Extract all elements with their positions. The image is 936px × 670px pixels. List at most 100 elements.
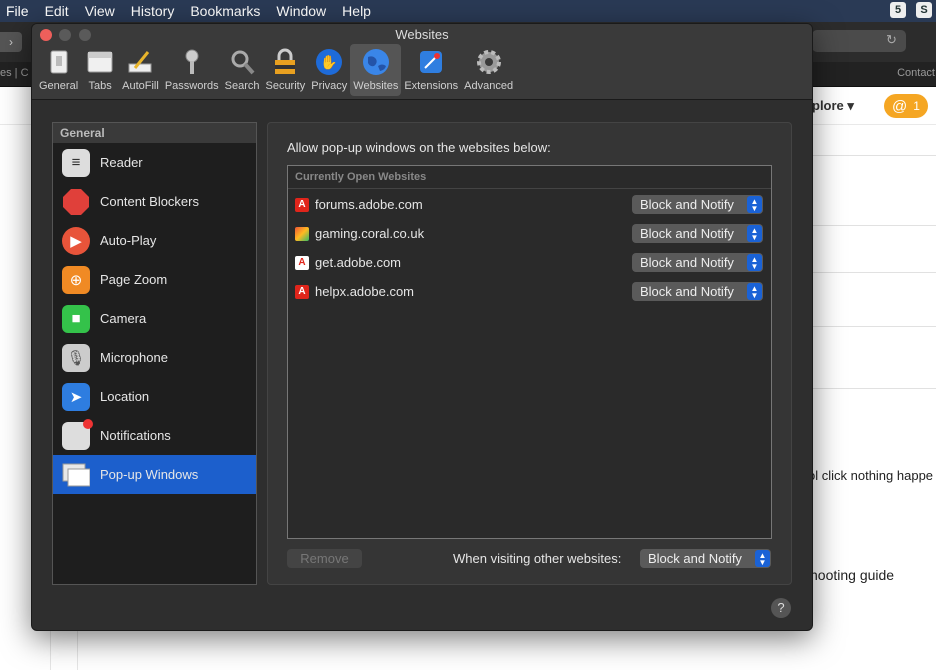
tab-label: Websites bbox=[353, 80, 399, 92]
site-setting-select[interactable]: Block and Notify ▲ ▼ bbox=[632, 282, 763, 301]
menu-view[interactable]: View bbox=[85, 3, 115, 19]
site-setting-select[interactable]: Block and Notify ▲ ▼ bbox=[632, 253, 763, 272]
tabs-icon bbox=[84, 46, 116, 78]
page-text: hooting guide bbox=[810, 567, 895, 583]
tab-security[interactable]: Security bbox=[262, 44, 308, 96]
popup-icon bbox=[62, 461, 90, 489]
select-value: Block and Notify bbox=[648, 551, 742, 566]
menubar: File Edit View History Bookmarks Window … bbox=[0, 0, 936, 22]
tab-general[interactable]: General bbox=[36, 44, 81, 96]
tab-label: Tabs bbox=[88, 80, 112, 92]
sidebar-item-label: Reader bbox=[100, 155, 143, 170]
sidebar-item-label: Pop-up Windows bbox=[100, 467, 199, 482]
globe-icon bbox=[360, 46, 392, 78]
tab-extensions[interactable]: Extensions bbox=[401, 44, 461, 96]
adobe-get-icon: A bbox=[295, 255, 309, 270]
tab-privacy[interactable]: ✋ Privacy bbox=[308, 44, 350, 96]
panel-title: Allow pop-up windows on the websites bel… bbox=[287, 140, 551, 155]
help-button[interactable]: ? bbox=[771, 598, 791, 618]
select-value: Block and Notify bbox=[640, 284, 734, 299]
hand-icon: ✋ bbox=[313, 46, 345, 78]
tab-passwords[interactable]: Passwords bbox=[162, 44, 222, 96]
chevron-updown-icon: ▲ ▼ bbox=[747, 225, 762, 242]
divider bbox=[810, 326, 936, 327]
sidebar-item-location[interactable]: ➤ Location bbox=[53, 377, 256, 416]
general-icon bbox=[43, 46, 75, 78]
back-button[interactable]: › bbox=[0, 32, 22, 52]
chevron-updown-icon: ▲ ▼ bbox=[747, 283, 762, 300]
location-icon: ➤ bbox=[62, 382, 90, 411]
svg-text:✋: ✋ bbox=[321, 54, 338, 71]
tab-autofill[interactable]: AutoFill bbox=[119, 44, 162, 96]
extensions-icon bbox=[415, 46, 447, 78]
preferences-window: Websites General Tabs AutoFill Passwords… bbox=[31, 23, 813, 631]
site-setting-select[interactable]: Block and Notify ▲ ▼ bbox=[632, 224, 763, 243]
reload-icon[interactable]: ↻ bbox=[886, 32, 897, 48]
browser-tab[interactable]: es | C bbox=[0, 67, 29, 79]
menu-file[interactable]: File bbox=[6, 3, 29, 19]
websites-list: Currently Open Websites A forums.adobe.c… bbox=[287, 165, 772, 539]
select-value: Block and Notify bbox=[640, 226, 734, 241]
explore-label: plore bbox=[812, 98, 844, 113]
list-item[interactable]: gaming.coral.co.uk Block and Notify ▲ ▼ bbox=[288, 219, 771, 248]
divider bbox=[810, 155, 936, 156]
tab-advanced[interactable]: Advanced bbox=[461, 44, 516, 96]
sidebar-item-microphone[interactable]: 🎙 Microphone bbox=[53, 338, 256, 377]
sidebar-item-camera[interactable]: ■ Camera bbox=[53, 299, 256, 338]
autofill-icon bbox=[124, 46, 156, 78]
adobe-icon: A bbox=[295, 284, 309, 299]
site-domain: gaming.coral.co.uk bbox=[315, 226, 425, 241]
menu-help[interactable]: Help bbox=[342, 3, 371, 19]
camera-icon: ■ bbox=[62, 304, 90, 333]
sidebar-item-page-zoom[interactable]: ⊕ Page Zoom bbox=[53, 260, 256, 299]
site-domain: helpx.adobe.com bbox=[315, 284, 415, 299]
list-item[interactable]: A helpx.adobe.com Block and Notify ▲ ▼ bbox=[288, 277, 771, 306]
menu-edit[interactable]: Edit bbox=[45, 3, 69, 19]
menu-bookmarks[interactable]: Bookmarks bbox=[190, 3, 260, 19]
sidebar-item-label: Notifications bbox=[100, 428, 171, 443]
tab-label: Privacy bbox=[311, 80, 348, 92]
remove-button[interactable]: Remove bbox=[287, 549, 362, 568]
menu-history[interactable]: History bbox=[131, 3, 175, 19]
explore-menu[interactable]: plore ▾ bbox=[812, 98, 854, 114]
reader-icon: ≡ bbox=[62, 148, 90, 177]
notifications-count: 1 bbox=[913, 99, 920, 113]
window-titlebar: Websites General Tabs AutoFill Passwords… bbox=[32, 24, 812, 100]
site-setting-select[interactable]: Block and Notify ▲ ▼ bbox=[632, 195, 763, 214]
list-item[interactable]: A get.adobe.com Block and Notify ▲ ▼ bbox=[288, 248, 771, 277]
play-icon: ▶ bbox=[62, 226, 90, 255]
tab-label: AutoFill bbox=[122, 80, 159, 92]
sidebar-item-reader[interactable]: ≡ Reader bbox=[53, 143, 256, 182]
sidebar-item-content-blockers[interactable]: Content Blockers bbox=[53, 182, 256, 221]
at-icon: @ bbox=[892, 97, 908, 115]
tab-label: Security bbox=[265, 80, 306, 92]
sidebar-item-notifications[interactable]: Notifications bbox=[53, 416, 256, 455]
skype-icon[interactable]: S bbox=[916, 2, 932, 18]
key-icon bbox=[176, 46, 208, 78]
sidebar-item-label: Auto-Play bbox=[100, 233, 157, 248]
microphone-icon: 🎙 bbox=[62, 343, 90, 372]
window-title: Websites bbox=[395, 27, 449, 42]
gear-icon bbox=[473, 46, 505, 78]
tab-search[interactable]: Search bbox=[222, 44, 263, 96]
zoom-icon: ⊕ bbox=[62, 265, 90, 294]
sidebar-item-auto-play[interactable]: ▶ Auto-Play bbox=[53, 221, 256, 260]
sidebar-item-popup-windows[interactable]: Pop-up Windows bbox=[53, 455, 256, 494]
tab-tabs[interactable]: Tabs bbox=[81, 44, 119, 96]
preferences-toolbar: General Tabs AutoFill Passwords Search S… bbox=[36, 44, 516, 96]
notifications-badge[interactable]: @ 1 bbox=[884, 94, 928, 118]
browser-tab[interactable]: Contact bbox=[812, 62, 936, 86]
divider bbox=[810, 272, 936, 273]
tab-label: Passwords bbox=[164, 80, 219, 92]
html5-icon[interactable]: 5 bbox=[890, 2, 906, 18]
divider bbox=[810, 225, 936, 226]
tab-label: Advanced bbox=[464, 80, 514, 92]
other-websites-select[interactable]: Block and Notify ▲ ▼ bbox=[640, 549, 771, 568]
page-text: ol click nothing happe bbox=[808, 468, 934, 483]
list-item[interactable]: A forums.adobe.com Block and Notify ▲ ▼ bbox=[288, 190, 771, 219]
notification-dot bbox=[83, 418, 93, 429]
menubar-tray: 5 S bbox=[890, 2, 936, 18]
tab-websites[interactable]: Websites bbox=[350, 44, 402, 96]
menu-window[interactable]: Window bbox=[276, 3, 326, 19]
lock-icon bbox=[269, 46, 301, 78]
